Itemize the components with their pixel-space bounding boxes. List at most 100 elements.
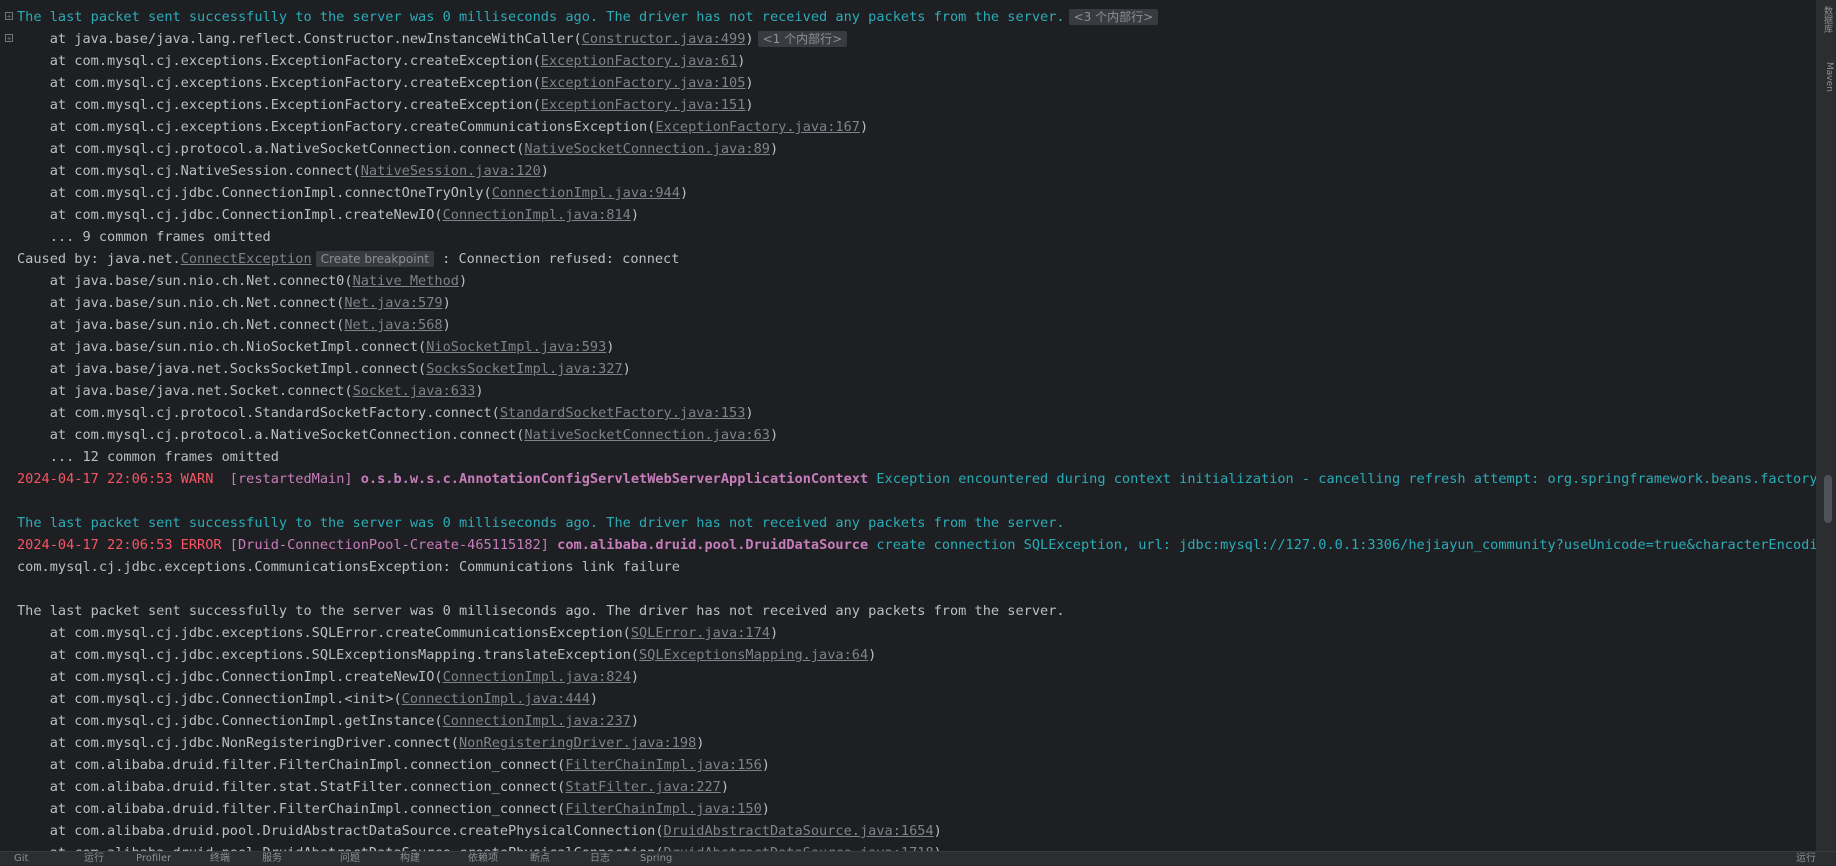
console-line: at java.base/sun.nio.ch.Net.connect(Net.… <box>0 292 1816 314</box>
source-link[interactable]: FilterChainImpl.java:150 <box>565 801 761 817</box>
source-link[interactable]: Socket.java:633 <box>353 383 476 399</box>
source-link[interactable]: StandardSocketFactory.java:153 <box>500 405 746 421</box>
console-line: at com.mysql.cj.jdbc.ConnectionImpl.getI… <box>0 710 1816 732</box>
source-link[interactable]: Native Method <box>353 273 459 289</box>
tool-tab-log[interactable]: 日志 <box>590 852 610 866</box>
source-link[interactable]: NonRegisteringDriver.java:198 <box>459 735 696 751</box>
console-line: at com.mysql.cj.jdbc.NonRegisteringDrive… <box>0 732 1816 754</box>
console-line: at com.mysql.cj.exceptions.ExceptionFact… <box>0 72 1816 94</box>
console-line: at com.alibaba.druid.filter.FilterChainI… <box>0 754 1816 776</box>
console-line: com.mysql.cj.jdbc.exceptions.Communicati… <box>0 556 1816 578</box>
console-text: at java.base/sun.nio.ch.Net.connect( <box>17 317 345 333</box>
source-link[interactable]: ConnectionImpl.java:824 <box>443 669 631 685</box>
console-text: at com.alibaba.druid.filter.stat.StatFil… <box>17 779 566 795</box>
tool-tab-services[interactable]: 服务 <box>262 852 282 866</box>
console-line: at java.base/sun.nio.ch.Net.connect(Net.… <box>0 314 1816 336</box>
source-link[interactable]: ExceptionFactory.java:61 <box>541 53 737 69</box>
console-text: ... 9 common frames omitted <box>17 229 271 245</box>
collapsed-lines-chip[interactable]: <3 个内部行> <box>1068 9 1159 25</box>
fold-toggle-icon[interactable]: + <box>5 34 13 43</box>
console-text: at com.mysql.cj.exceptions.ExceptionFact… <box>17 53 541 69</box>
source-link[interactable]: ExceptionFactory.java:151 <box>541 97 746 113</box>
source-link[interactable]: SQLError.java:174 <box>631 625 770 641</box>
console-text: at java.base/java.net.SocksSocketImpl.co… <box>17 361 427 377</box>
console-line: at com.mysql.cj.NativeSession.connect(Na… <box>0 160 1816 182</box>
source-link[interactable]: Net.java:568 <box>344 317 442 333</box>
vertical-scrollbar[interactable]: 数据库 Maven <box>1816 0 1836 852</box>
source-link[interactable]: SocksSocketImpl.java:327 <box>426 361 622 377</box>
console-text: ) <box>540 163 549 179</box>
source-link[interactable]: NativeSession.java:120 <box>361 163 541 179</box>
bottom-tool-bar: Git 运行 Profiler 终端 服务 问题 构建 依赖项 断点 日志 Sp… <box>0 851 1836 866</box>
console-text: ) <box>745 97 754 113</box>
source-link[interactable]: Net.java:579 <box>344 295 442 311</box>
console-text: ) <box>769 427 779 443</box>
console-text: ) <box>606 339 615 355</box>
source-link[interactable]: ConnectionImpl.java:814 <box>443 207 631 223</box>
console-lines: + The last packet sent successfully to th… <box>0 6 1816 852</box>
source-link[interactable]: ConnectException <box>181 251 312 267</box>
console-text: ) <box>622 361 631 377</box>
console-text: at java.base/sun.nio.ch.NioSocketImpl.co… <box>17 339 427 355</box>
console-line: at java.base/sun.nio.ch.NioSocketImpl.co… <box>0 336 1816 358</box>
source-link[interactable]: NativeSocketConnection.java:89 <box>524 141 770 157</box>
console-text: ... 12 common frames omitted <box>17 449 279 465</box>
console-text: ) <box>630 207 640 223</box>
console-text: ) <box>630 713 640 729</box>
source-link[interactable]: SQLExceptionsMapping.java:64 <box>639 647 868 663</box>
console-text: create connection SQLException, url: jdb… <box>868 537 1816 553</box>
console-text: at com.alibaba.druid.filter.FilterChainI… <box>17 801 566 817</box>
console-text: com.alibaba.druid.pool.DruidDataSource <box>557 537 869 553</box>
source-link[interactable]: Constructor.java:499 <box>582 31 746 47</box>
console-line: The last packet sent successfully to the… <box>0 512 1816 534</box>
fold-toggle-icon[interactable]: + <box>5 12 13 21</box>
console-output[interactable]: + The last packet sent successfully to th… <box>0 0 1816 852</box>
side-tab-maven[interactable]: Maven <box>1820 62 1834 92</box>
tool-tab-build[interactable]: 构建 <box>400 852 420 866</box>
console-line <box>0 578 1816 600</box>
console-text: ) <box>442 295 451 311</box>
console-text: : Connection refused: connect <box>433 251 680 267</box>
console-text: [restartedMain] <box>229 471 361 487</box>
collapsed-lines-chip[interactable]: Create breakpoint <box>315 251 434 267</box>
console-text: ) <box>933 823 942 839</box>
source-link[interactable]: DruidAbstractDataSource.java:1654 <box>664 823 934 839</box>
console-text: ) <box>737 53 746 69</box>
side-tab-database[interactable]: 数据库 <box>1820 6 1834 33</box>
console-line: at com.mysql.cj.protocol.a.NativeSocketC… <box>0 138 1816 160</box>
console-text: ) <box>859 119 869 135</box>
source-link[interactable]: StatFilter.java:227 <box>565 779 721 795</box>
tool-tab-git[interactable]: Git <box>14 852 28 866</box>
collapsed-lines-chip[interactable]: <1 个内部行> <box>757 31 848 47</box>
source-link[interactable]: ExceptionFactory.java:105 <box>541 75 746 91</box>
scrollbar-thumb[interactable] <box>1824 475 1832 523</box>
source-link[interactable]: FilterChainImpl.java:156 <box>565 757 761 773</box>
console-line: at com.mysql.cj.jdbc.ConnectionImpl.conn… <box>0 182 1816 204</box>
source-link[interactable]: ConnectionImpl.java:237 <box>443 713 631 729</box>
tool-tab-spring[interactable]: Spring <box>640 852 672 866</box>
console-text: at com.mysql.cj.jdbc.ConnectionImpl.<ini… <box>17 691 402 707</box>
console-text: o.s.b.w.s.c.AnnotationConfigServletWebSe… <box>360 471 869 487</box>
tool-tab-problems[interactable]: 问题 <box>340 852 360 866</box>
console-line: 2024-04-17 22:06:53 ERROR [Druid-Connect… <box>0 534 1816 556</box>
status-run[interactable]: 运行 <box>1796 852 1816 866</box>
source-link[interactable]: ExceptionFactory.java:167 <box>655 119 860 135</box>
console-text: at com.mysql.cj.jdbc.ConnectionImpl.getI… <box>17 713 443 729</box>
source-link[interactable]: NioSocketImpl.java:593 <box>426 339 606 355</box>
console-text: ) <box>679 185 689 201</box>
console-line: at com.mysql.cj.exceptions.ExceptionFact… <box>0 50 1816 72</box>
source-link[interactable]: NativeSocketConnection.java:63 <box>524 427 770 443</box>
tool-tab-profiler[interactable]: Profiler <box>136 852 171 866</box>
console-text: at java.base/java.lang.reflect.Construct… <box>17 31 582 47</box>
tool-tab-run[interactable]: 运行 <box>84 852 104 866</box>
tool-tab-breakpoints[interactable]: 断点 <box>530 852 550 866</box>
tool-tab-dependencies[interactable]: 依赖项 <box>468 852 498 866</box>
source-link[interactable]: ConnectionImpl.java:444 <box>402 691 590 707</box>
console-text: com.mysql.cj.jdbc.exceptions.Communicati… <box>17 559 680 575</box>
tool-tab-terminal[interactable]: 终端 <box>210 852 230 866</box>
console-text: ) <box>769 141 779 157</box>
source-link[interactable]: ConnectionImpl.java:944 <box>492 185 680 201</box>
console-line: at com.alibaba.druid.pool.DruidAbstractD… <box>0 820 1816 842</box>
console-text: at com.mysql.cj.exceptions.ExceptionFact… <box>17 119 656 135</box>
console-text: ) <box>745 75 754 91</box>
